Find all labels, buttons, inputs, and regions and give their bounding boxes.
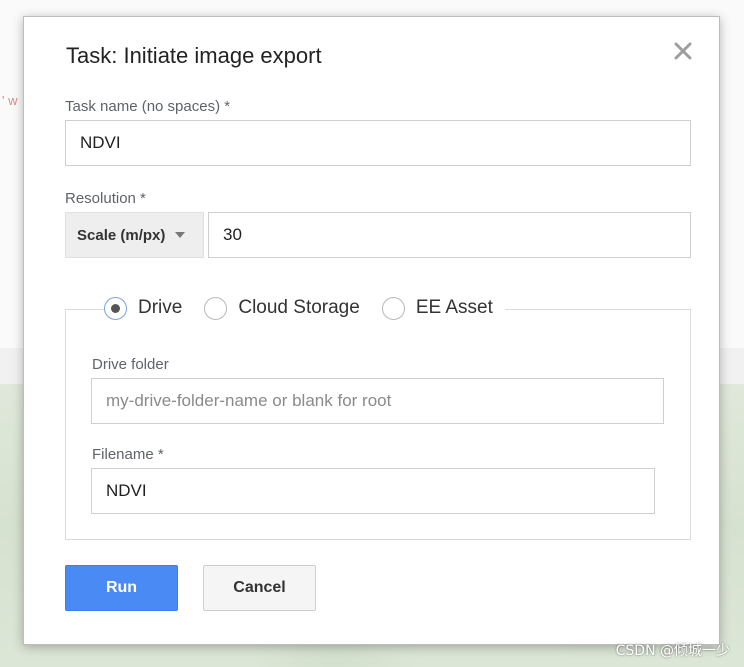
- radio-drive-label: Drive: [138, 297, 183, 318]
- chevron-down-icon: [175, 232, 186, 238]
- drive-folder-label: Drive folder: [92, 356, 169, 373]
- radio-ee-asset[interactable]: EE Asset: [381, 296, 493, 320]
- export-dialog: Task: Initiate image export Task name (n…: [23, 16, 720, 645]
- resolution-label: Resolution *: [65, 190, 146, 207]
- radio-unchecked-icon: [381, 296, 405, 320]
- close-icon: [674, 42, 692, 60]
- cancel-button[interactable]: Cancel: [203, 565, 316, 611]
- filename-label: Filename *: [92, 446, 164, 463]
- radio-checked-icon: [104, 296, 127, 320]
- scale-dropdown-label: Scale (m/px): [77, 226, 166, 244]
- run-button[interactable]: Run: [65, 565, 178, 611]
- destination-radio-group: Drive Cloud Storage EE Asset: [104, 293, 505, 323]
- task-name-label: Task name (no spaces) *: [65, 98, 231, 115]
- dialog-title: Task: Initiate image export: [66, 43, 322, 68]
- radio-cloud-storage[interactable]: Cloud Storage: [204, 296, 360, 320]
- radio-unchecked-icon: [204, 296, 228, 320]
- close-button[interactable]: [673, 41, 693, 61]
- scale-dropdown[interactable]: Scale (m/px): [65, 212, 204, 258]
- radio-drive[interactable]: Drive: [104, 296, 183, 320]
- radio-cloud-storage-label: Cloud Storage: [238, 297, 360, 318]
- filename-input[interactable]: [91, 468, 655, 514]
- watermark: CSDN @倾城一少: [615, 643, 730, 659]
- resolution-input[interactable]: [208, 212, 691, 258]
- background-text-fragment: ' w: [2, 93, 18, 108]
- radio-ee-asset-label: EE Asset: [415, 297, 493, 318]
- task-name-input[interactable]: [65, 120, 691, 166]
- drive-folder-input[interactable]: [91, 378, 664, 424]
